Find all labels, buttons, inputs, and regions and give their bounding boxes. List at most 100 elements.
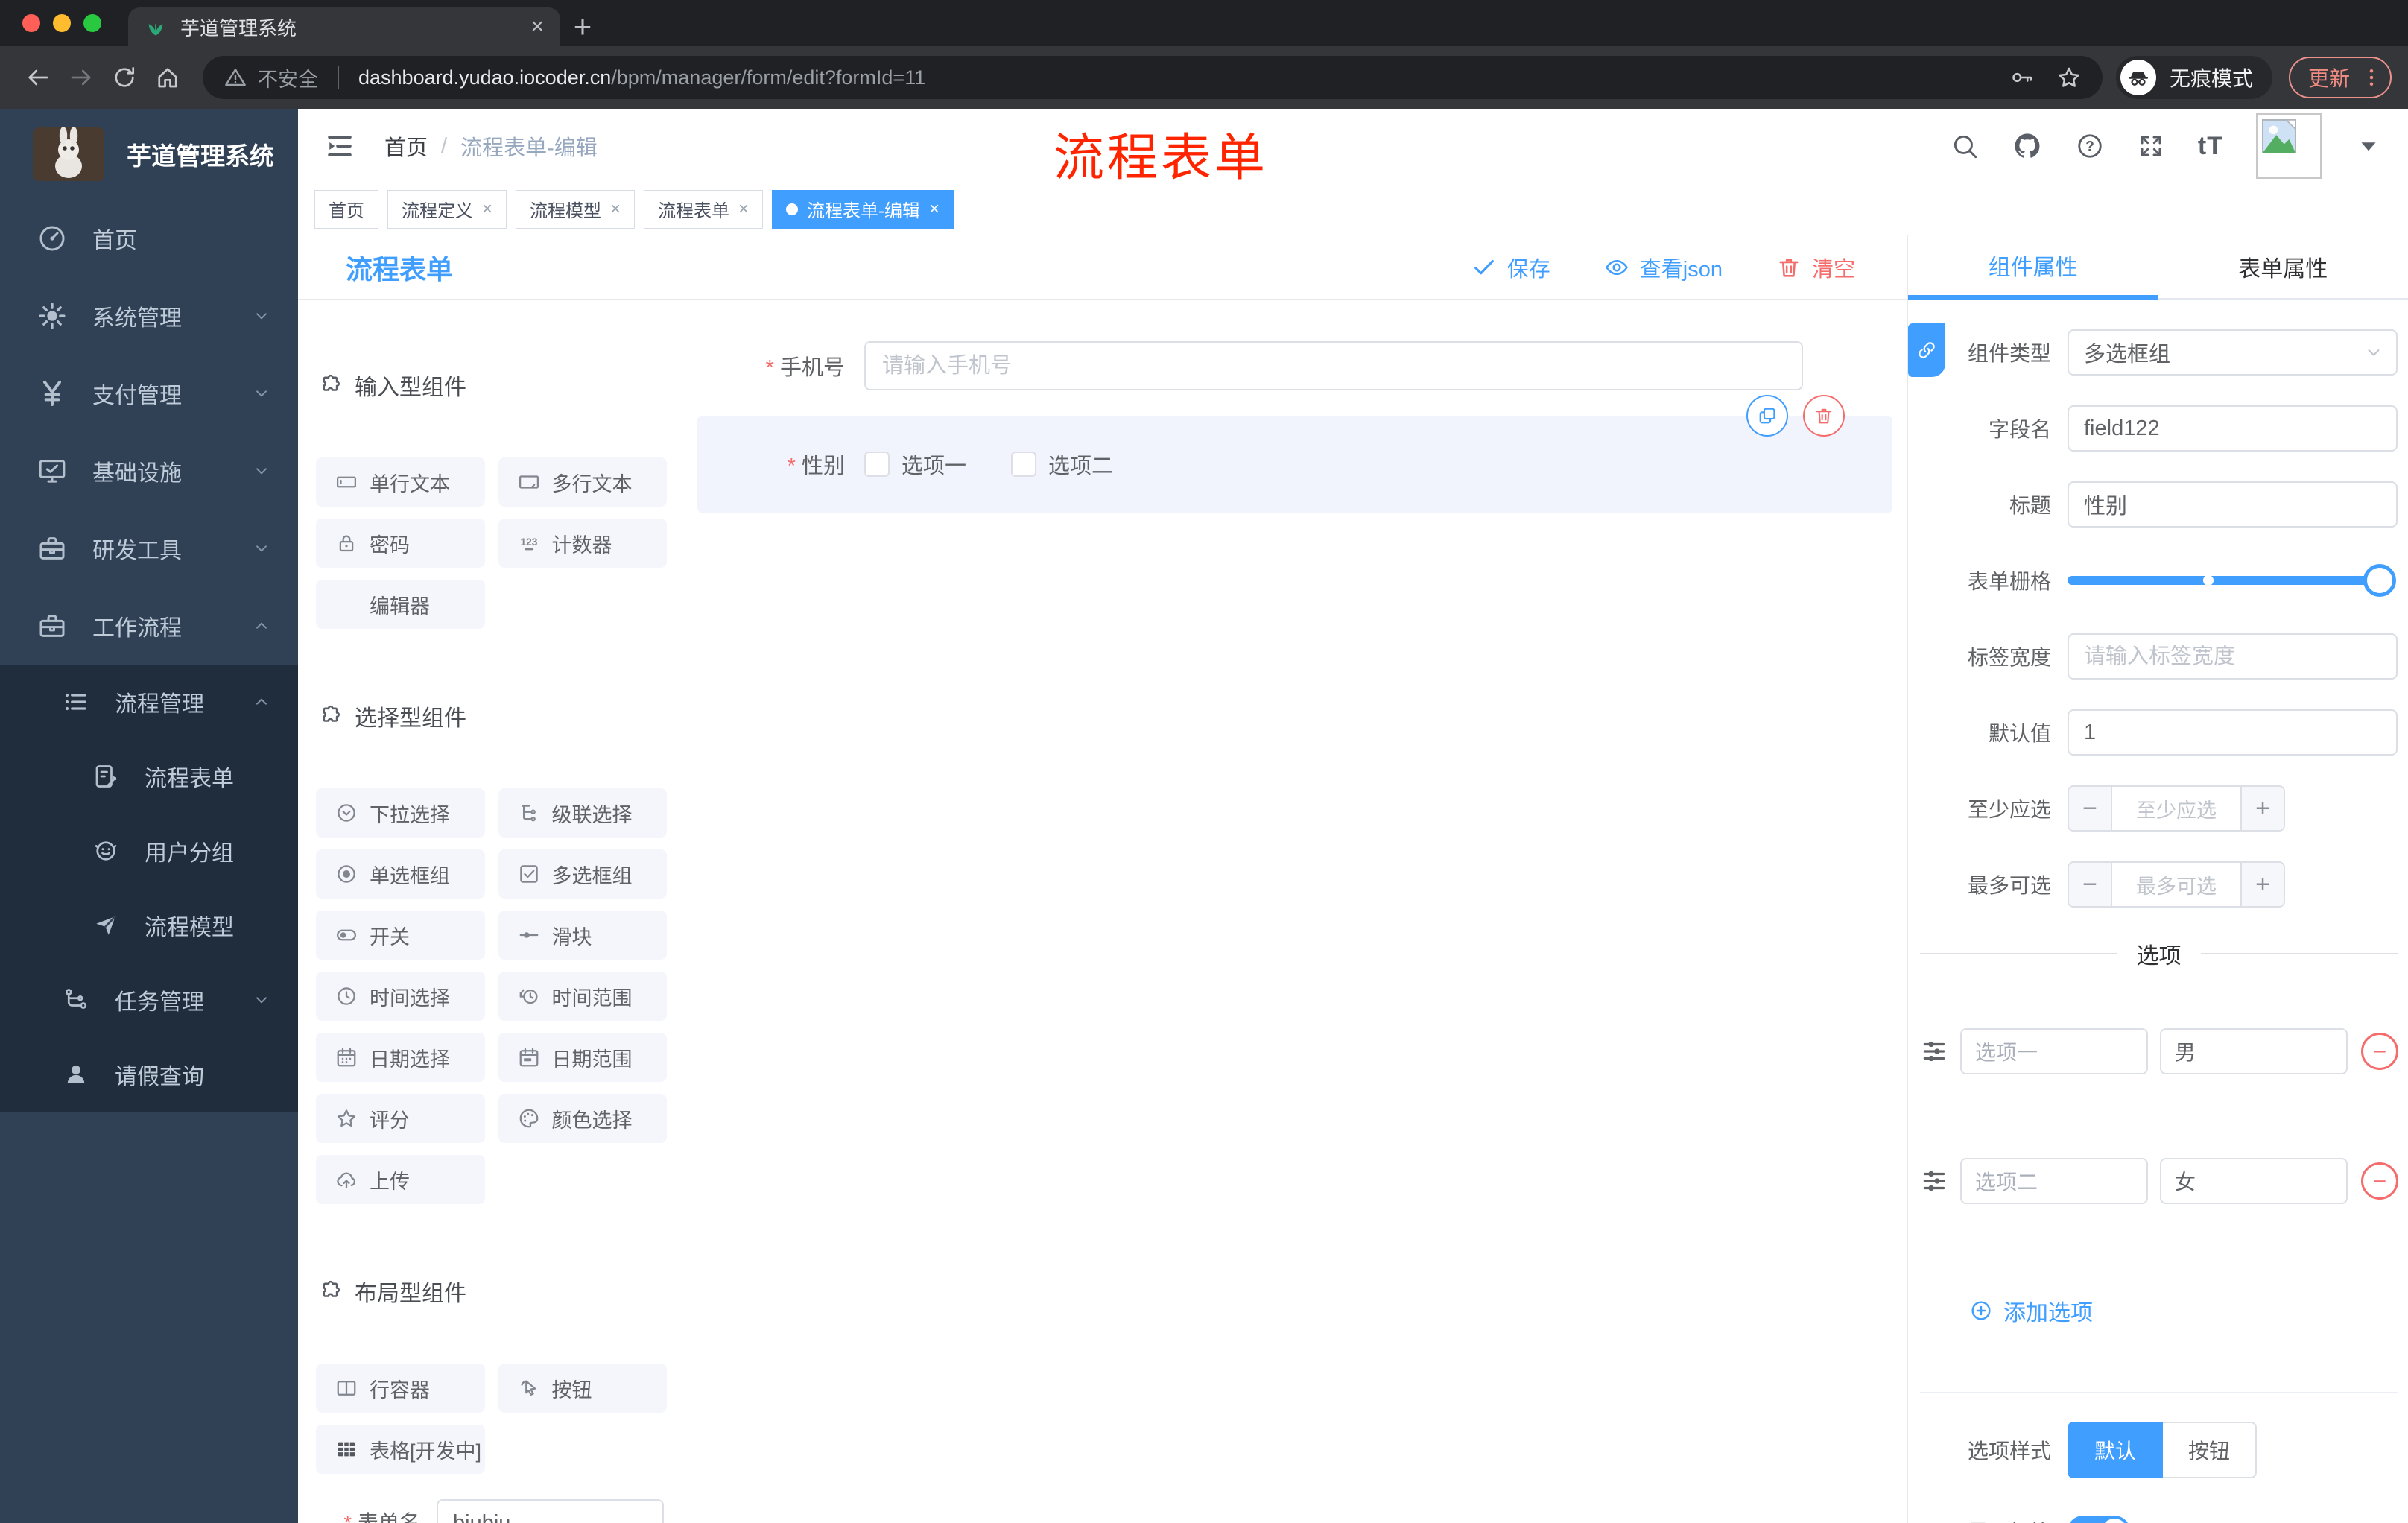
form-name-input[interactable] xyxy=(437,1499,664,1523)
workflow-submenu: 流程管理 流程表单 用户分组 流程模型 任务管理 请假查询 xyxy=(0,665,298,1112)
security-label[interactable]: 不安全 xyxy=(258,63,318,92)
new-tab-button[interactable]: + xyxy=(560,7,605,46)
stepper-minus-button[interactable]: − xyxy=(2069,787,2112,830)
phone-input[interactable] xyxy=(864,341,1803,390)
option-style-label: 选项样式 xyxy=(1967,1440,2051,1463)
sidebar-item-user-group[interactable]: 用户分组 xyxy=(0,814,298,888)
annotation-text: 流程表单 xyxy=(1054,130,1269,186)
avatar[interactable] xyxy=(2256,113,2322,179)
link-tag-button[interactable] xyxy=(1908,323,1945,377)
component-actions xyxy=(1746,395,1845,437)
app-title: 芋道管理系统 xyxy=(127,142,274,170)
component-item-password[interactable]: 密码 xyxy=(316,519,485,568)
tag-close-icon[interactable]: × xyxy=(738,200,749,218)
checkbox-box[interactable] xyxy=(864,452,890,477)
component-item-editor[interactable]: 编辑器 xyxy=(316,580,485,629)
tag-process-form[interactable]: 流程表单 × xyxy=(644,189,764,229)
delete-component-button[interactable] xyxy=(1803,395,1845,437)
reload-button[interactable] xyxy=(103,56,146,99)
drag-handle-icon[interactable] xyxy=(1920,1125,1948,1237)
logo-image xyxy=(33,127,104,181)
tab-form-props[interactable]: 表单属性 xyxy=(2158,235,2408,300)
counter-123-icon xyxy=(518,487,540,599)
user-icon xyxy=(63,1019,89,1130)
canvas-field-gender-selected[interactable]: 性别 选项一 选项二 xyxy=(697,395,1892,513)
slider-handle[interactable] xyxy=(2363,564,2396,597)
properties-tabs: 组件属性 表单属性 xyxy=(1908,235,2408,300)
browser-tab[interactable]: 芋道管理系统 × xyxy=(128,7,560,46)
back-button[interactable] xyxy=(16,56,60,99)
min-select-label: 至少应选 xyxy=(1967,798,2051,821)
option-row-2: − xyxy=(1920,1125,2398,1237)
page-title: 流程表单 xyxy=(298,235,685,300)
component-item-upload[interactable]: 上传 xyxy=(316,1155,485,1204)
component-item-counter[interactable]: 计数器 xyxy=(498,519,667,568)
drag-handle-icon[interactable] xyxy=(1920,995,1948,1107)
properties-panel: 组件属性 表单属性 组件类型 多选框组 字段名 field122 标题 性别 表… xyxy=(1907,235,2408,1523)
gender-option-2[interactable]: 选项二 xyxy=(1011,449,1113,480)
style-button-button[interactable]: 按钮 xyxy=(2163,1422,2258,1478)
url-bar[interactable]: 不安全 dashboard.yudao.iocoder.cn/bpm/manag… xyxy=(203,56,2103,99)
form-grid-slider[interactable] xyxy=(2068,564,2396,597)
active-tag-dot xyxy=(786,203,799,215)
link-chain-icon xyxy=(1916,294,1938,406)
group-select-components: 选择型组件 xyxy=(316,660,667,772)
field-name-input[interactable] xyxy=(2068,405,2398,452)
tag-process-definition[interactable]: 流程定义 × xyxy=(387,189,507,229)
tag-close-icon[interactable]: × xyxy=(610,200,621,218)
component-type-select[interactable]: 多选框组 xyxy=(2068,329,2398,376)
option-row-1: − xyxy=(1920,995,2398,1107)
default-value-label: 默认值 xyxy=(1988,722,2051,745)
copy-component-button[interactable] xyxy=(1746,395,1788,437)
properties-body: 组件类型 多选框组 字段名 标题 xyxy=(1908,300,2408,1523)
favicon-plant-icon xyxy=(145,0,167,83)
style-default-button[interactable]: 默认 xyxy=(2068,1422,2164,1478)
max-select-stepper: − 最多可选 + xyxy=(2068,861,2285,908)
font-size-icon[interactable]: tT xyxy=(2198,132,2223,161)
checkbox-box[interactable] xyxy=(1011,452,1037,477)
gender-option-1[interactable]: 选项一 xyxy=(864,449,966,480)
close-window-button[interactable] xyxy=(22,14,40,32)
sidebar-item-process-management[interactable]: 流程管理 xyxy=(0,665,298,739)
option-2-value-input[interactable] xyxy=(2160,1158,2348,1204)
breadcrumb-home[interactable]: 首页 xyxy=(384,130,428,162)
tab-close-icon[interactable]: × xyxy=(530,16,544,38)
forward-button[interactable] xyxy=(60,56,103,99)
default-value-input[interactable] xyxy=(2068,709,2398,756)
canvas-body[interactable]: 手机号 性别 选项一 xyxy=(685,300,1907,1523)
tag-process-form-edit[interactable]: 流程表单-编辑 × xyxy=(772,189,954,229)
option-2-label-input[interactable] xyxy=(1960,1158,2148,1204)
component-item-button[interactable]: 按钮 xyxy=(498,1364,667,1413)
canvas-toolbar: 保存 查看json 清空 xyxy=(685,235,1907,300)
sidebar-item-task-management[interactable]: 任务管理 xyxy=(0,963,298,1037)
url-path: /bpm/manager/form/edit?formId=11 xyxy=(611,66,926,89)
label-width-input[interactable] xyxy=(2068,633,2398,680)
show-label-toggle[interactable] xyxy=(2068,1516,2130,1523)
minimize-window-button[interactable] xyxy=(53,14,71,32)
option-1-label-input[interactable] xyxy=(1960,1028,2148,1074)
add-option-button[interactable]: 添加选项 xyxy=(1969,1255,2398,1367)
component-item-table[interactable]: 表格[开发中] xyxy=(316,1425,485,1474)
sidebar-item-process-form[interactable]: 流程表单 xyxy=(0,739,298,814)
sidebar-item-leave-query[interactable]: 请假查询 xyxy=(0,1037,298,1112)
tag-process-model[interactable]: 流程模型 × xyxy=(516,189,636,229)
maximize-window-button[interactable] xyxy=(83,14,101,32)
canvas-field-phone[interactable]: 手机号 xyxy=(697,329,1892,402)
remove-option-button[interactable]: − xyxy=(2361,1033,2398,1070)
phone-label: 手机号 xyxy=(717,350,845,381)
stepper-plus-button[interactable]: + xyxy=(2240,863,2284,906)
component-item-color-picker[interactable]: 颜色选择 xyxy=(498,1094,667,1143)
max-select-value[interactable]: 最多可选 xyxy=(2112,863,2240,906)
tag-home[interactable]: 首页 xyxy=(314,189,378,229)
option-1-value-input[interactable] xyxy=(2160,1028,2348,1074)
tag-close-icon[interactable]: × xyxy=(482,200,492,218)
stepper-plus-button[interactable]: + xyxy=(2240,787,2284,830)
min-select-stepper: − 至少应选 + xyxy=(2068,785,2285,832)
min-select-value[interactable]: 至少应选 xyxy=(2112,787,2240,830)
remove-option-button[interactable]: − xyxy=(2361,1162,2398,1200)
tag-close-icon[interactable]: × xyxy=(929,200,940,218)
window-controls xyxy=(22,14,101,32)
title-input[interactable] xyxy=(2068,481,2398,528)
stepper-minus-button[interactable]: − xyxy=(2069,863,2112,906)
tab-component-props[interactable]: 组件属性 xyxy=(1908,235,2158,300)
